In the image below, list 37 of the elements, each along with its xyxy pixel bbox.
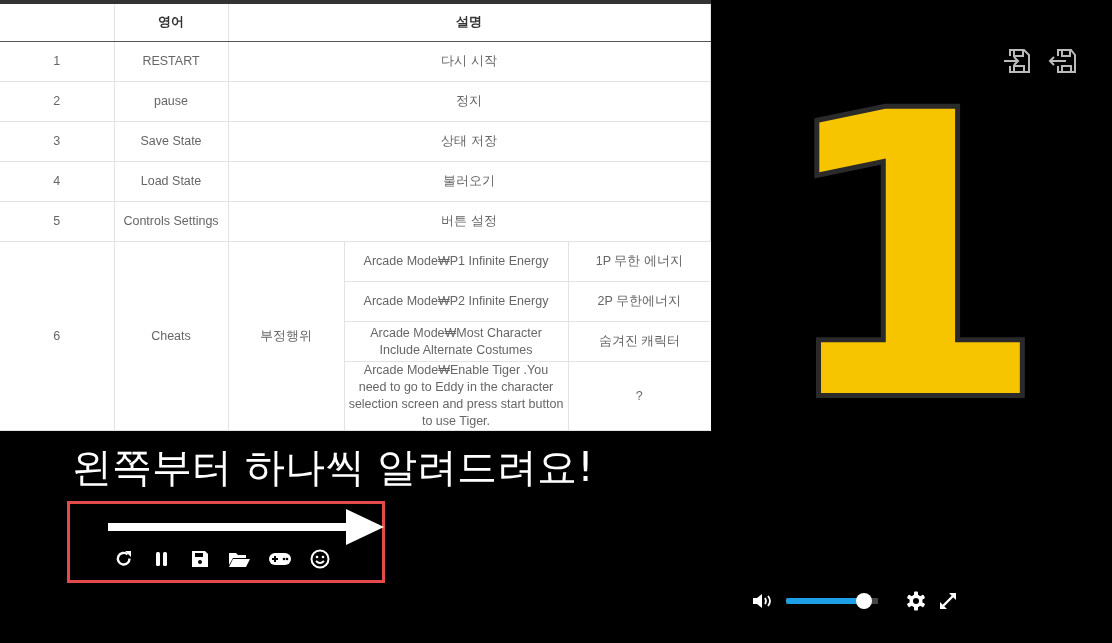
table-cell: Arcade Mode₩P2 Infinite Energy [344,281,568,322]
table-cell: Controls Settings [114,201,228,242]
smiley-icon[interactable] [310,549,330,569]
table-cell: Arcade Mode₩Enable Tiger .You need to go to Eddy in the character selection screen and press start button to use Tiger. [344,361,568,431]
column-header: 영어 [114,2,228,42]
arrow-icon [108,509,384,545]
gamepad-icon[interactable] [268,552,292,566]
table-cell: Arcade Mode₩Most Character Include Alternate Costumes [344,321,568,362]
table-cell: Cheats [114,241,228,431]
table-cell: pause [114,81,228,122]
table-cell: 불러오기 [228,161,711,202]
table-cell: 3 [0,121,114,162]
table-cell: 다시 시작 [228,41,711,82]
table-cell: RESTART [114,41,228,82]
table-cell: 1 [0,41,114,82]
table-cell: Arcade Mode₩P1 Infinite Energy [344,241,568,282]
table-cell: 버튼 설정 [228,201,711,242]
fullscreen-icon[interactable] [938,591,958,611]
table-cell: 2 [0,81,114,122]
folder-icon[interactable] [228,550,250,568]
settings-icon[interactable] [906,591,926,611]
volume-icon[interactable] [752,592,774,610]
table-cell: 6 [0,241,114,431]
table-cell: Save State [114,121,228,162]
restart-icon[interactable] [114,549,134,569]
export-state-icon[interactable] [1046,46,1076,76]
table-cell: 상태 저장 [228,121,711,162]
save-icon[interactable] [190,549,210,569]
table-cell: Load State [114,161,228,202]
table-cell: 부정행위 [228,241,344,431]
table-cell: 5 [0,201,114,242]
table-cell: 정지 [228,81,711,122]
column-header: 설명 [228,2,711,42]
table-cell: 4 [0,161,114,202]
countdown-number: 1 [775,88,1047,428]
import-state-icon[interactable] [1002,46,1032,76]
caption-text: 왼쪽부터 하나씩 알려드려요! [72,443,595,492]
